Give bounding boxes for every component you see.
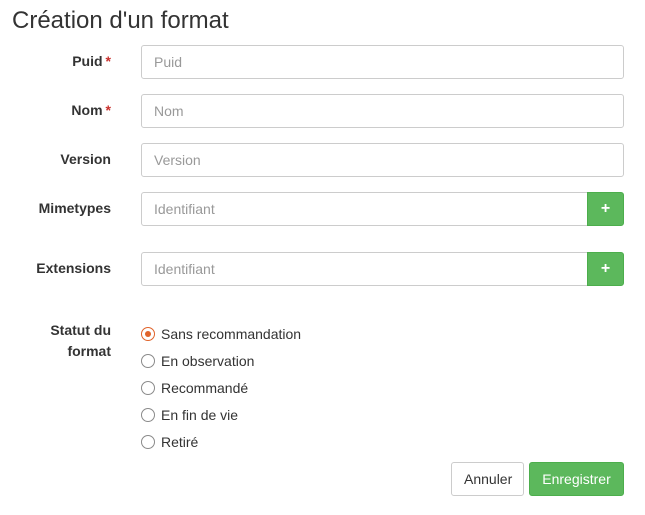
mimetypes-row: Mimetypes + [0, 192, 645, 226]
extensions-row: Extensions + [0, 252, 645, 286]
radio-option-sans-recommandation[interactable]: Sans recommandation [141, 320, 301, 347]
extensions-input[interactable] [141, 252, 588, 286]
plus-icon: + [600, 200, 611, 217]
mimetypes-label: Mimetypes [38, 200, 111, 216]
radio-option-label: Sans recommandation [161, 325, 302, 342]
extensions-label: Extensions [36, 260, 111, 276]
radio-option-en-fin-de-vie[interactable]: En fin de vie [141, 401, 301, 428]
statut-radio-group: Sans recommandation En observation Recom… [141, 320, 301, 455]
radio-button[interactable] [141, 407, 155, 422]
radio-button[interactable] [141, 380, 155, 395]
radio-option-label: En fin de vie [161, 406, 239, 423]
radio-button-checked[interactable] [141, 326, 155, 341]
nom-row: Nom * [0, 94, 645, 128]
statut-label-line1: Statut du [50, 322, 111, 338]
puid-input[interactable] [141, 45, 624, 79]
radio-button[interactable] [141, 434, 155, 449]
radio-option-label: Retiré [161, 433, 199, 450]
nom-input[interactable] [141, 94, 624, 128]
radio-option-label: En observation [161, 352, 255, 369]
mimetypes-input[interactable] [141, 192, 588, 226]
cancel-button[interactable]: Annuler [451, 462, 524, 496]
nom-label-text: Nom [71, 102, 103, 118]
page-title: Création d'un format [12, 7, 229, 34]
required-marker: * [105, 53, 111, 69]
nom-label: Nom * [0, 102, 111, 118]
required-marker: * [105, 102, 111, 118]
radio-option-recommande[interactable]: Recommandé [141, 374, 301, 401]
statut-label: Statut du format [0, 320, 111, 362]
add-extension-button[interactable]: + [587, 252, 624, 286]
version-label: Version [60, 151, 111, 167]
plus-icon: + [600, 260, 611, 277]
save-button[interactable]: Enregistrer [529, 462, 624, 496]
version-row: Version [0, 143, 645, 177]
version-input[interactable] [141, 143, 624, 177]
radio-button[interactable] [141, 353, 155, 368]
radio-option-en-observation[interactable]: En observation [141, 347, 301, 374]
radio-option-label: Recommandé [161, 379, 249, 396]
add-mimetype-button[interactable]: + [587, 192, 624, 226]
puid-label-text: Puid [72, 53, 103, 69]
radio-option-retire[interactable]: Retiré [141, 428, 301, 455]
puid-row: Puid * [0, 45, 645, 79]
puid-label: Puid * [0, 53, 111, 69]
statut-label-line2: format [67, 343, 111, 359]
